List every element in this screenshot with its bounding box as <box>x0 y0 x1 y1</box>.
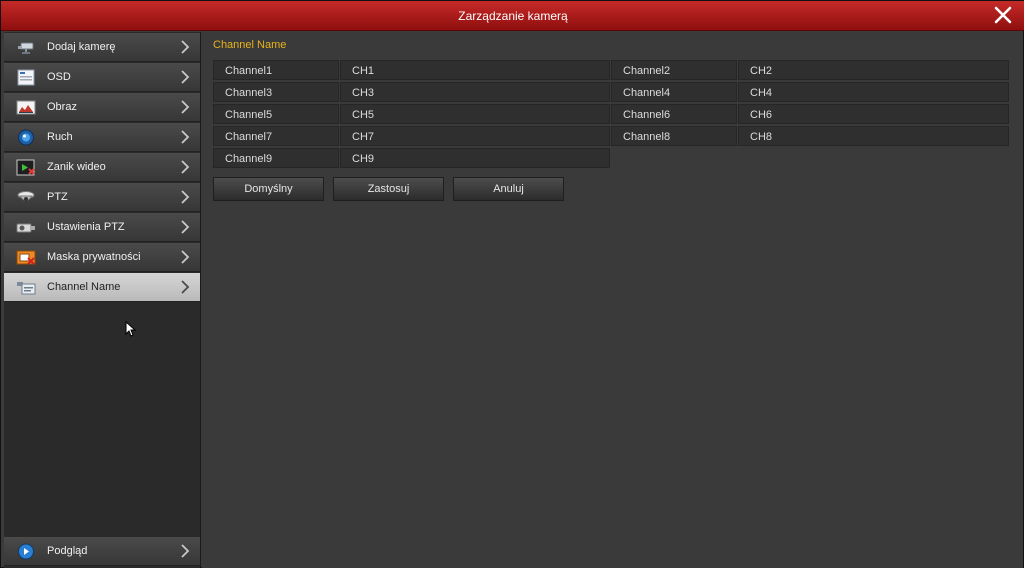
channel-label: Channel5 <box>213 104 339 124</box>
sidebar-item-privacy-mask[interactable]: Maska prywatności <box>4 243 200 272</box>
camera-management-window: Zarządzanie kamerą Dodaj kamerę OSD Obra… <box>0 0 1024 568</box>
chevron-right-icon <box>181 190 190 204</box>
sidebar-item-label: Ruch <box>47 131 73 143</box>
window-title: Zarządzanie kamerą <box>458 9 568 23</box>
channel-label: Channel9 <box>213 148 339 168</box>
channel-name-input[interactable]: CH9 <box>340 148 610 168</box>
channel-name-input[interactable]: CH3 <box>340 82 610 102</box>
sidebar-item-preview[interactable]: Podgląd <box>4 537 200 566</box>
channel-name-panel: Channel Name Channel1 CH1 Channel2 CH2 C… <box>202 32 1023 568</box>
sidebar-item-label: Zanik wideo <box>47 161 106 173</box>
channel-label: Channel8 <box>611 126 737 146</box>
ptz-icon <box>17 191 35 201</box>
close-icon[interactable] <box>993 5 1013 25</box>
channel-label: Channel4 <box>611 82 737 102</box>
chevron-right-icon <box>181 130 190 144</box>
channel-label: Channel3 <box>213 82 339 102</box>
sidebar-item-video-loss[interactable]: Zanik wideo <box>4 153 200 182</box>
preview-icon <box>18 543 34 560</box>
motion-icon <box>18 129 34 146</box>
chevron-right-icon <box>181 100 190 114</box>
sidebar-item-channel-name[interactable]: Channel Name <box>4 273 200 302</box>
channel-name-input[interactable]: CH2 <box>738 60 1009 80</box>
sidebar-item-label: Channel Name <box>47 281 121 293</box>
sidebar-item-label: Dodaj kamerę <box>47 41 116 53</box>
section-title: Channel Name <box>213 39 287 51</box>
channel-label: Channel7 <box>213 126 339 146</box>
sidebar-item-label: Ustawienia PTZ <box>47 221 125 233</box>
default-button[interactable]: Domyślny <box>213 177 324 201</box>
cancel-button[interactable]: Anuluj <box>453 177 564 201</box>
sidebar-item-label: Podgląd <box>47 545 88 557</box>
sidebar-item-ptz[interactable]: PTZ <box>4 183 200 212</box>
channel-label: Channel2 <box>611 60 737 80</box>
chevron-right-icon <box>181 40 190 54</box>
sidebar-item-label: Maska prywatności <box>47 251 141 263</box>
channel-name-icon <box>17 282 36 295</box>
channel-label: Channel1 <box>213 60 339 80</box>
channel-name-input[interactable]: CH4 <box>738 82 1009 102</box>
channel-name-input[interactable]: CH5 <box>340 104 610 124</box>
sidebar: Dodaj kamerę OSD Obraz Ruch Zanik wideo … <box>4 32 201 568</box>
sidebar-item-osd[interactable]: OSD <box>4 63 200 92</box>
sidebar-item-label: OSD <box>47 71 71 83</box>
channel-label: Channel6 <box>611 104 737 124</box>
mouse-cursor-icon <box>125 321 137 337</box>
channel-name-input[interactable]: CH6 <box>738 104 1009 124</box>
ptz-settings-icon <box>16 223 35 233</box>
apply-button[interactable]: Zastosuj <box>333 177 444 201</box>
channel-name-input[interactable]: CH7 <box>340 126 610 146</box>
sidebar-item-label: Obraz <box>47 101 77 113</box>
chevron-right-icon <box>181 70 190 84</box>
video-loss-icon <box>16 159 35 176</box>
image-icon <box>16 100 36 115</box>
chevron-right-icon <box>181 220 190 234</box>
sidebar-item-label: PTZ <box>47 191 68 203</box>
osd-icon <box>17 69 35 86</box>
sidebar-item-ptz-settings[interactable]: Ustawienia PTZ <box>4 213 200 242</box>
chevron-right-icon <box>181 160 190 174</box>
chevron-right-icon <box>181 544 190 558</box>
channel-name-input[interactable]: CH1 <box>340 60 610 80</box>
sidebar-item-image[interactable]: Obraz <box>4 93 200 122</box>
title-bar: Zarządzanie kamerą <box>1 1 1024 31</box>
chevron-right-icon <box>181 250 190 264</box>
chevron-right-icon <box>181 280 190 294</box>
sidebar-item-add-camera[interactable]: Dodaj kamerę <box>4 33 200 62</box>
add-camera-icon <box>18 42 34 54</box>
channel-name-input[interactable]: CH8 <box>738 126 1009 146</box>
sidebar-item-motion[interactable]: Ruch <box>4 123 200 152</box>
privacy-mask-icon <box>16 250 36 265</box>
